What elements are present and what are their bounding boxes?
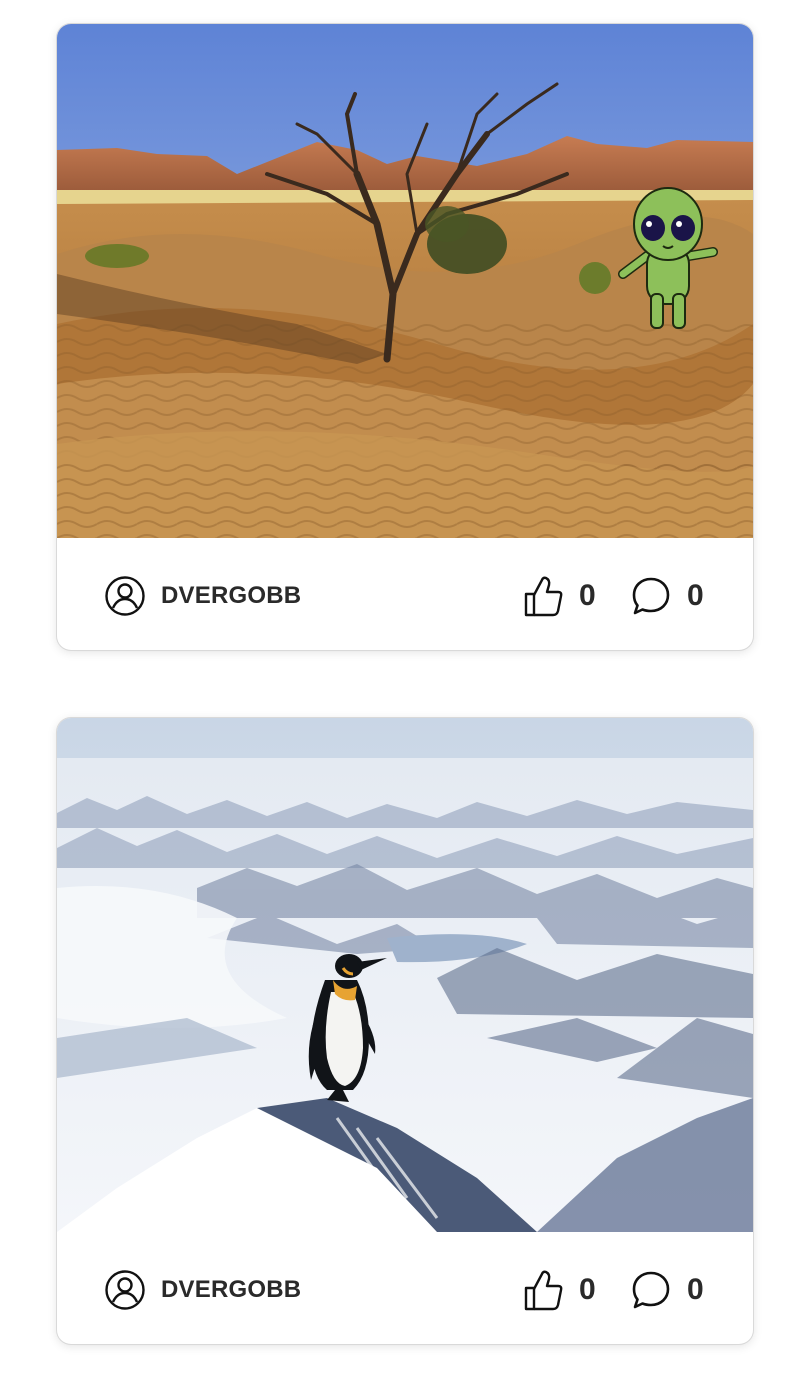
- thumbs-up-icon: [524, 1270, 563, 1311]
- user-circle-icon: [105, 1270, 145, 1310]
- post-card: DVERGOBB 0 0: [57, 24, 753, 650]
- post-footer: DVERGOBB 0 0: [57, 538, 753, 650]
- post-author[interactable]: DVERGOBB: [105, 576, 301, 616]
- user-circle-icon: [105, 576, 145, 616]
- like-count: 0: [579, 579, 596, 612]
- speech-bubble-icon: [632, 1271, 670, 1309]
- speech-bubble-icon: [632, 577, 670, 615]
- comment-count: 0: [687, 579, 704, 612]
- post-photo-arctic[interactable]: [57, 718, 753, 1232]
- like-count: 0: [579, 1273, 596, 1306]
- like-button[interactable]: 0: [523, 574, 596, 618]
- username: DVERGOBB: [161, 1276, 302, 1303]
- username: DVERGOBB: [161, 582, 302, 609]
- post-feed: DVERGOBB 0 0 DVERGOBB 0 0: [0, 0, 808, 1382]
- like-button[interactable]: 0: [523, 1268, 596, 1312]
- comment-count: 0: [687, 1273, 704, 1306]
- post-footer: DVERGOBB 0 0: [57, 1232, 753, 1344]
- post-author[interactable]: DVERGOBB: [105, 1270, 301, 1310]
- comment-button[interactable]: 0: [631, 574, 704, 618]
- post-card: DVERGOBB 0 0: [57, 718, 753, 1344]
- thumbs-up-icon: [524, 576, 563, 617]
- comment-button[interactable]: 0: [631, 1268, 704, 1312]
- post-photo-desert[interactable]: [57, 24, 753, 538]
